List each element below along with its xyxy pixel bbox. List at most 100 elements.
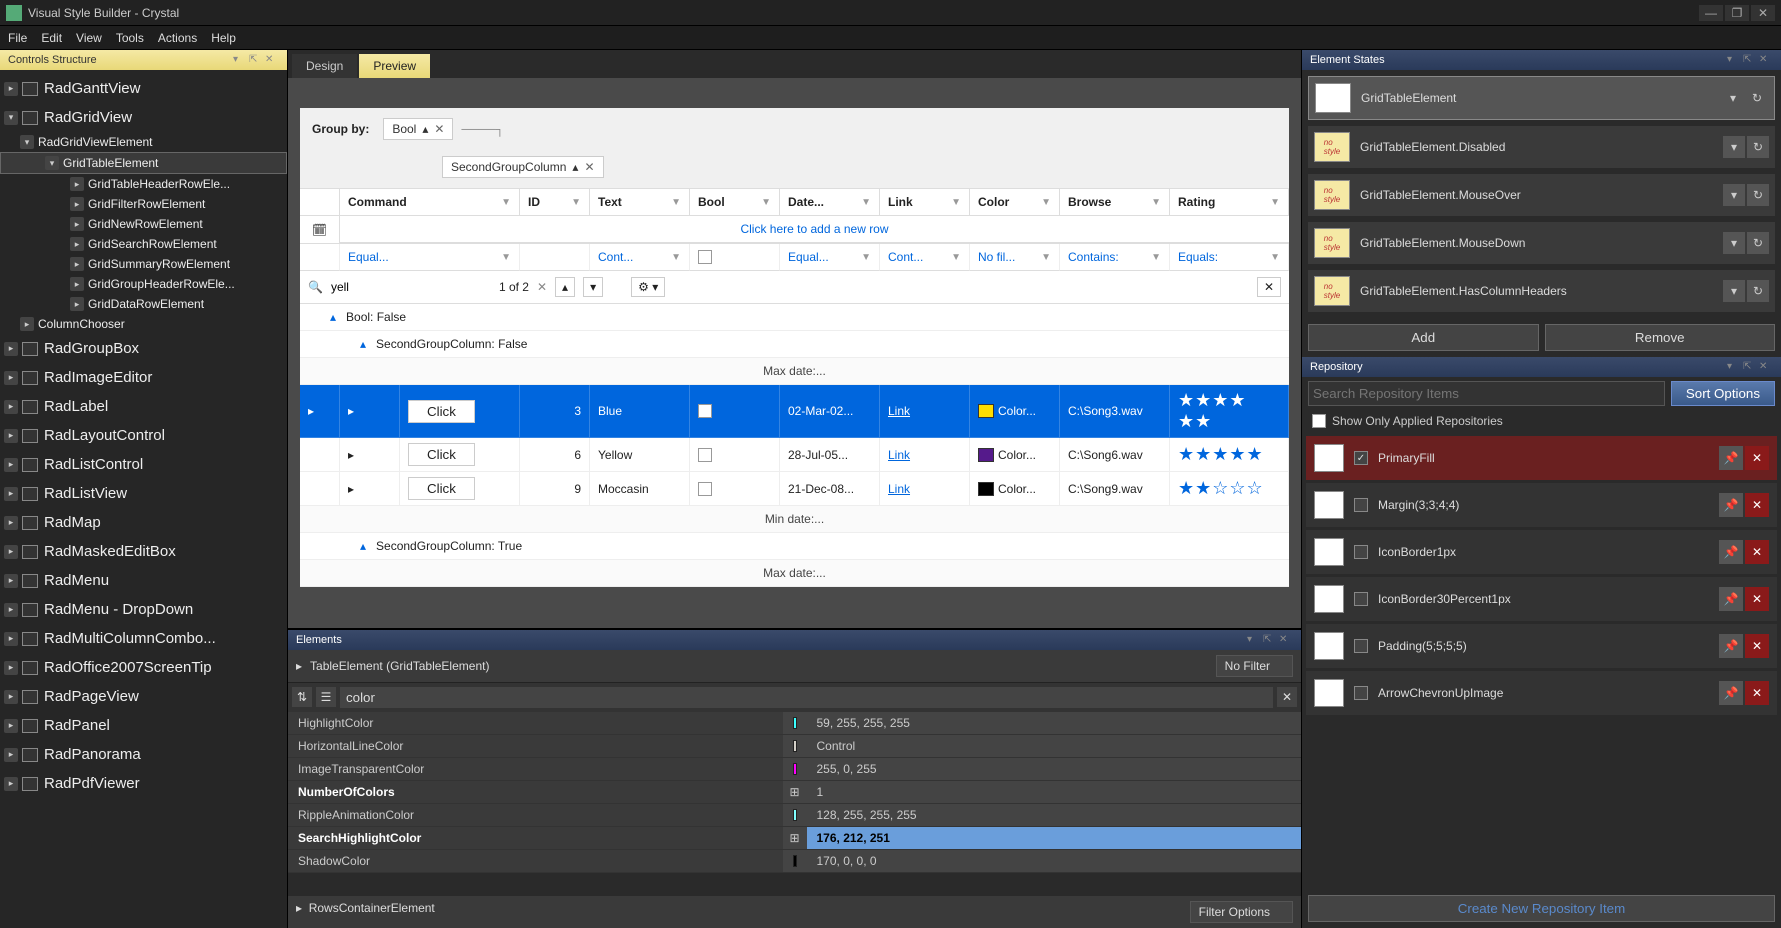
close-panel-icon[interactable]: ✕: [1759, 361, 1773, 373]
filter-cell[interactable]: Cont...▼: [590, 244, 690, 271]
column-header[interactable]: Date...▼: [780, 189, 880, 216]
delete-repo-icon[interactable]: ✕: [1745, 540, 1769, 564]
menu-help[interactable]: Help: [211, 31, 236, 45]
property-row[interactable]: ImageTransparentColor 255, 0, 255: [288, 758, 1301, 781]
state-reset-icon[interactable]: ↻: [1747, 184, 1769, 206]
repo-item[interactable]: IconBorder30Percent1px 📌✕: [1306, 577, 1777, 621]
chevron-up-icon[interactable]: ▴: [572, 160, 578, 174]
tree-item[interactable]: ▸RadPanel: [0, 711, 287, 740]
column-header[interactable]: Color▼: [970, 189, 1060, 216]
tab-design[interactable]: Design: [292, 54, 357, 78]
sort-icon[interactable]: ⇅: [292, 687, 312, 707]
tree-item[interactable]: ▸RadPageView: [0, 682, 287, 711]
repo-item[interactable]: ✓ PrimaryFill 📌✕: [1306, 436, 1777, 480]
close-search-button[interactable]: ✕: [1257, 277, 1281, 297]
delete-repo-icon[interactable]: ✕: [1745, 587, 1769, 611]
tree-item[interactable]: ▸RadImageEditor: [0, 363, 287, 392]
property-list[interactable]: HighlightColor 59, 255, 255, 255 Horizon…: [288, 712, 1301, 896]
tree-item[interactable]: ▸RadMenu: [0, 566, 287, 595]
state-dropdown-icon[interactable]: ▾: [1723, 280, 1745, 302]
close-button[interactable]: ✕: [1751, 5, 1775, 21]
tree-item[interactable]: ▸GridGroupHeaderRowEle...: [0, 274, 287, 294]
pin-icon[interactable]: ⇱: [1743, 361, 1757, 373]
pin-repo-icon[interactable]: 📌: [1719, 681, 1743, 705]
state-dropdown-icon[interactable]: ▾: [1723, 184, 1745, 206]
delete-repo-icon[interactable]: ✕: [1745, 634, 1769, 658]
remove-chip-icon[interactable]: ✕: [584, 160, 594, 174]
minimize-button[interactable]: —: [1699, 5, 1723, 21]
tab-preview[interactable]: Preview: [359, 54, 430, 78]
tree-item[interactable]: ▸ColumnChooser: [0, 314, 287, 334]
click-button[interactable]: Click: [408, 477, 475, 500]
state-dropdown-icon[interactable]: ▾: [1722, 87, 1744, 109]
state-item[interactable]: nostyle GridTableElement.MouseDown ▾↻: [1308, 222, 1775, 264]
clear-search-icon[interactable]: ✕: [537, 280, 547, 294]
expand-icon[interactable]: ▸: [296, 659, 302, 673]
search-options-button[interactable]: ⚙ ▾: [631, 277, 665, 297]
dropdown-icon[interactable]: ▾: [233, 54, 247, 66]
group-header-sgc-true[interactable]: ▴ SecondGroupColumn: True: [300, 533, 1289, 560]
sort-options-button[interactable]: Sort Options: [1671, 381, 1775, 406]
filter-cell[interactable]: [520, 244, 590, 271]
tree-item[interactable]: ▸GridSummaryRowElement: [0, 254, 287, 274]
state-item[interactable]: nostyle GridTableElement.MouseOver ▾↻: [1308, 174, 1775, 216]
column-header[interactable]: Bool▼: [690, 189, 780, 216]
menu-actions[interactable]: Actions: [158, 31, 197, 45]
property-row[interactable]: HorizontalLineColor Control: [288, 735, 1301, 758]
group-chip2[interactable]: SecondGroupColumn ▴ ✕: [442, 156, 604, 178]
filter-cell[interactable]: No fil...▼: [970, 244, 1060, 271]
menu-file[interactable]: File: [8, 31, 27, 45]
state-dropdown-icon[interactable]: ▾: [1723, 136, 1745, 158]
maximize-button[interactable]: ❐: [1725, 5, 1749, 21]
pin-repo-icon[interactable]: 📌: [1719, 587, 1743, 611]
column-header[interactable]: Text▼: [590, 189, 690, 216]
filter-cell[interactable]: Equal...▼: [780, 244, 880, 271]
column-header[interactable]: Command▼: [340, 189, 520, 216]
menu-edit[interactable]: Edit: [41, 31, 62, 45]
property-row[interactable]: SearchHighlightColor ⊞ 176, 212, 251: [288, 827, 1301, 850]
group-by-bar[interactable]: Group by: Bool ▴ ✕ ────┐ SecondGroupColu…: [300, 108, 1289, 188]
property-search-input[interactable]: [340, 687, 1273, 708]
category-icon[interactable]: ☰: [316, 687, 336, 707]
close-panel-icon[interactable]: ✕: [1759, 54, 1773, 66]
add-new-row[interactable]: Click here to add a new row: [340, 216, 1289, 243]
close-panel-icon[interactable]: ✕: [1279, 634, 1293, 646]
state-reset-icon[interactable]: ↻: [1747, 232, 1769, 254]
collapse-icon[interactable]: ▴: [360, 539, 366, 553]
tree-item[interactable]: ▸RadListControl: [0, 450, 287, 479]
pin-repo-icon[interactable]: 📌: [1719, 446, 1743, 470]
tree-item[interactable]: ▸RadMaskedEditBox: [0, 537, 287, 566]
repo-item[interactable]: Padding(5;5;5;5) 📌✕: [1306, 624, 1777, 668]
tree-item[interactable]: ▸RadLayoutControl: [0, 421, 287, 450]
delete-repo-icon[interactable]: ✕: [1745, 493, 1769, 517]
remove-chip-icon[interactable]: ✕: [434, 122, 444, 136]
column-header[interactable]: ID▼: [520, 189, 590, 216]
column-header[interactable]: Browse▼: [1060, 189, 1170, 216]
click-button[interactable]: Click: [408, 400, 475, 423]
pin-icon[interactable]: ⇱: [1743, 54, 1757, 66]
table-row[interactable]: ▸ Click 6 Yellow 28-Jul-05... Link Color…: [300, 438, 1289, 472]
prev-result-button[interactable]: ▴: [555, 277, 575, 297]
column-header[interactable]: [300, 189, 340, 216]
group-header-bool[interactable]: ▴ Bool: False: [300, 304, 1289, 331]
repo-item[interactable]: Margin(3;3;4;4) 📌✕: [1306, 483, 1777, 527]
tree-item[interactable]: ▸RadLabel: [0, 392, 287, 421]
state-reset-icon[interactable]: ↻: [1746, 87, 1768, 109]
filter-dropdown[interactable]: No Filter: [1216, 655, 1293, 677]
repo-item[interactable]: IconBorder1px 📌✕: [1306, 530, 1777, 574]
controls-tree[interactable]: ▸RadGanttView▾RadGridView▾RadGridViewEle…: [0, 70, 287, 928]
create-repo-button[interactable]: Create New Repository Item: [1308, 895, 1775, 922]
tree-item[interactable]: ▸RadGroupBox: [0, 334, 287, 363]
property-row[interactable]: NumberOfColors ⊞ 1: [288, 781, 1301, 804]
property-row[interactable]: ShadowColor 170, 0, 0, 0: [288, 850, 1301, 873]
state-item[interactable]: nostyle GridTableElement.Disabled ▾↻: [1308, 126, 1775, 168]
chevron-up-icon[interactable]: ▴: [422, 122, 428, 136]
tree-item[interactable]: ▾RadGridView: [0, 103, 287, 132]
filter-cell[interactable]: [300, 244, 340, 271]
tree-item[interactable]: ▸GridFilterRowElement: [0, 194, 287, 214]
tree-item-selected[interactable]: ▾GridTableElement: [0, 152, 287, 174]
filter-cell[interactable]: Equal...▼: [340, 244, 520, 271]
close-panel-icon[interactable]: ✕: [265, 54, 279, 66]
calendar-icon[interactable]: 🗓: [300, 216, 340, 243]
tree-item[interactable]: ▸RadPdfViewer: [0, 769, 287, 798]
